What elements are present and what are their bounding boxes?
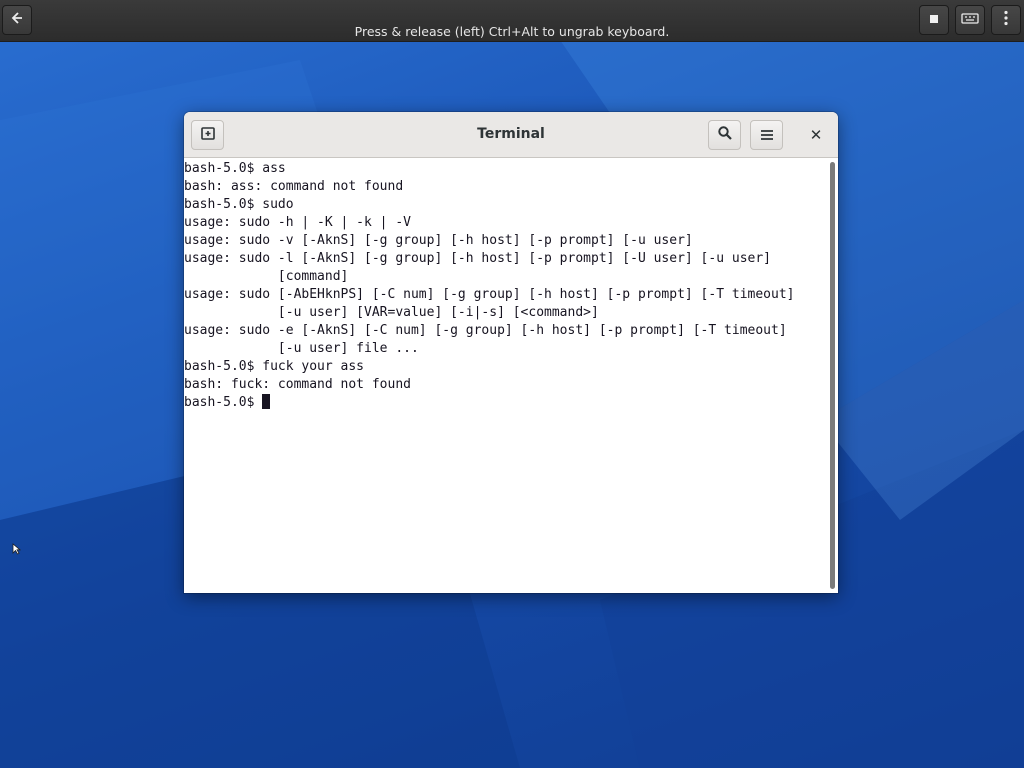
close-button[interactable]: ✕ — [801, 120, 831, 150]
hamburger-menu-button[interactable] — [750, 120, 783, 150]
terminal-scrollbar[interactable] — [828, 158, 838, 593]
terminal-line: bash: fuck: command not found — [184, 377, 411, 392]
terminal-line: [-u user] [VAR=value] [-i|-s] [<command>… — [184, 305, 599, 320]
scrollbar-thumb[interactable] — [830, 162, 835, 589]
hamburger-menu-icon — [760, 126, 774, 145]
terminal-prompt-line: bash-5.0$ — [184, 394, 824, 412]
vm-menu-button[interactable] — [991, 5, 1021, 35]
vm-toolbar: Press & release (left) Ctrl+Alt to ungra… — [0, 0, 1024, 42]
search-button[interactable] — [708, 120, 741, 150]
text-cursor — [262, 394, 271, 409]
keyboard-button[interactable] — [955, 5, 985, 35]
terminal-line: usage: sudo -e [-AknS] [-C num] [-g grou… — [184, 323, 787, 338]
terminal-line: bash-5.0$ sudo — [184, 197, 294, 212]
terminal-line: bash: ass: command not found — [184, 179, 404, 194]
terminal-line: usage: sudo -h | -K | -k | -V — [184, 215, 411, 230]
search-icon — [717, 125, 733, 145]
terminal-line: usage: sudo -l [-AknS] [-g group] [-h ho… — [184, 251, 771, 266]
stop-icon — [929, 12, 939, 28]
vertical-dots-icon — [1004, 10, 1008, 30]
close-icon: ✕ — [809, 126, 823, 144]
terminal-line: usage: sudo -v [-AknS] [-g group] [-h ho… — [184, 233, 693, 248]
ungrab-keyboard-message: Press & release (left) Ctrl+Alt to ungra… — [354, 24, 670, 39]
terminal-window: Terminal ✕ bash-5.0$ ass bash: ass: comma… — [184, 112, 838, 593]
terminal-line: usage: sudo [-AbEHknPS] [-C num] [-g gro… — [184, 287, 795, 302]
stop-button[interactable] — [919, 5, 949, 35]
terminal-line: [-u user] file ... — [184, 341, 419, 356]
keyboard-icon — [961, 12, 979, 28]
terminal-output[interactable]: bash-5.0$ ass bash: ass: command not foun… — [184, 158, 824, 593]
terminal-line: [command] — [184, 269, 349, 284]
terminal-line: bash-5.0$ ass — [184, 161, 286, 176]
terminal-line: bash-5.0$ fuck your ass — [184, 359, 365, 374]
mouse-pointer-icon — [12, 540, 22, 559]
terminal-headerbar: Terminal ✕ — [184, 112, 838, 158]
terminal-prompt: bash-5.0$ — [184, 395, 263, 410]
